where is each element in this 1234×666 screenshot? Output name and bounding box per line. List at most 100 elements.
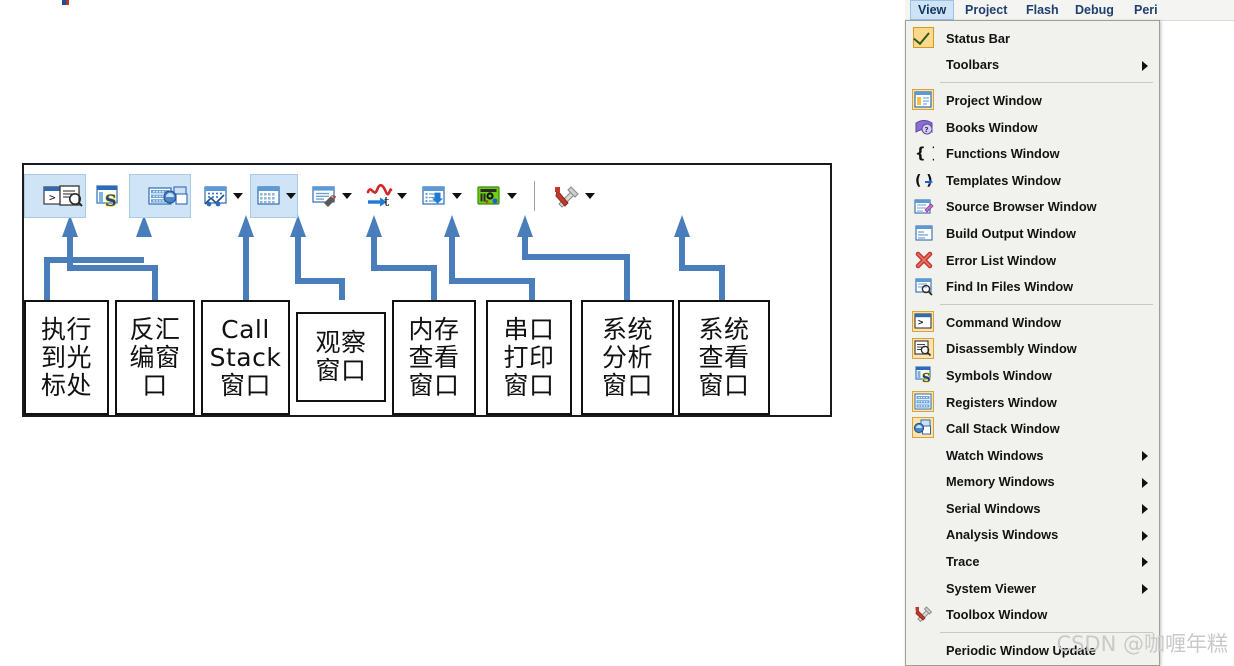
menu-item-label: Serial Windows xyxy=(946,500,1041,516)
menu-item-label: Build Output Window xyxy=(946,225,1076,241)
menu-item-symbols-window[interactable]: S Symbols Window xyxy=(906,362,1159,389)
trace-caret-icon[interactable] xyxy=(451,193,462,199)
menu-item-toolbox-window[interactable]: Toolbox Window xyxy=(906,601,1159,628)
system-viewer-caret-icon[interactable] xyxy=(506,193,517,199)
books-window-icon: ? xyxy=(914,117,934,137)
callout-watch: 观察 窗口 xyxy=(296,312,386,402)
call-stack-window-icon xyxy=(912,417,934,439)
menu-item-label: Command Window xyxy=(946,314,1062,330)
callout-line: 系统 xyxy=(698,314,750,344)
menu-item-project-window[interactable]: Project Window xyxy=(906,87,1159,114)
menubar-item-project[interactable]: Project xyxy=(958,0,1014,20)
callout-line: 窗口 xyxy=(408,370,460,400)
menu-item-label: Call Stack Window xyxy=(946,421,1060,437)
menu-item-registers-window[interactable]: Registers Window xyxy=(906,389,1159,416)
menu-item-source-browser-window[interactable]: Source Browser Window xyxy=(906,194,1159,221)
menu-item-system-viewer[interactable]: System Viewer xyxy=(906,575,1159,602)
menu-item-memory-windows[interactable]: Memory Windows xyxy=(906,469,1159,496)
watch-windows-button[interactable] xyxy=(199,174,243,218)
disassembly-window-icon xyxy=(912,337,934,359)
callout-line: Stack xyxy=(209,342,282,372)
callout-system-viewer: 系统 查看 窗口 xyxy=(678,300,770,415)
menu-item-trace[interactable]: Trace xyxy=(906,548,1159,575)
menu-item-disassembly-window[interactable]: Disassembly Window xyxy=(906,336,1159,363)
menubar-item-flash[interactable]: Flash xyxy=(1019,0,1066,20)
menu-item-label: Templates Window xyxy=(946,172,1061,188)
callout-serial: 串口 打印 窗口 xyxy=(486,300,572,415)
menu-item-books-window[interactable]: ? Books Window xyxy=(906,114,1159,141)
submenu-arrow-icon xyxy=(1142,530,1148,541)
callout-run-to-cursor: 执行 到光 标处 xyxy=(24,300,109,415)
menu-item-analysis-windows[interactable]: Analysis Windows xyxy=(906,522,1159,549)
submenu-arrow-icon xyxy=(1142,557,1148,568)
functions-window-icon: { } xyxy=(914,143,942,163)
memory-windows-button[interactable] xyxy=(250,174,298,218)
toolbox-window-caret-icon[interactable] xyxy=(584,193,595,199)
callout-line: 窗口 xyxy=(698,370,750,400)
menu-item-label: Analysis Windows xyxy=(946,527,1059,543)
menu-item-build-output-window[interactable]: Build Output Window xyxy=(906,220,1159,247)
menu-item-label: Toolbox Window xyxy=(946,607,1048,623)
trace-button[interactable] xyxy=(417,174,463,218)
view-menu-dropdown: Status Bar Toolbars Project Window ? Boo xyxy=(905,20,1160,666)
watch-windows-caret-icon[interactable] xyxy=(232,193,243,199)
menu-item-label: Books Window xyxy=(946,119,1038,135)
toolbox-window-button[interactable] xyxy=(549,174,597,218)
project-window-icon xyxy=(912,89,934,111)
disassembly-window-button[interactable] xyxy=(55,174,86,218)
menu-bar: View Project Flash Debug Peri xyxy=(905,0,1234,21)
callout-disassembly: 反汇 编窗 口 xyxy=(115,300,195,415)
submenu-arrow-icon xyxy=(1142,504,1148,515)
svg-text:{ }: { } xyxy=(915,144,934,162)
menu-item-templates-window[interactable]: ( ) Templates Window xyxy=(906,167,1159,194)
callout-line: 查看 xyxy=(698,342,750,372)
menubar-item-view[interactable]: View xyxy=(910,0,955,20)
callout-line: 反汇 xyxy=(129,314,181,344)
submenu-arrow-icon xyxy=(1142,477,1148,488)
menu-separator xyxy=(940,82,1153,84)
menubar-item-debug[interactable]: Debug xyxy=(1068,0,1121,20)
symbols-window-button[interactable]: S xyxy=(92,174,123,218)
menu-item-serial-windows[interactable]: Serial Windows xyxy=(906,495,1159,522)
callout-line: 内存 xyxy=(408,314,460,344)
memory-windows-caret-icon[interactable] xyxy=(285,193,296,199)
menu-item-watch-windows[interactable]: Watch Windows xyxy=(906,442,1159,469)
callout-line: 执行 xyxy=(40,314,92,344)
toolbar-separator xyxy=(528,174,540,218)
menu-item-toolbars[interactable]: Toolbars xyxy=(906,52,1159,79)
menu-item-error-list-window[interactable]: Error List Window xyxy=(906,247,1159,274)
callout-line: 窗口 xyxy=(503,370,555,400)
menubar-item-peripherals[interactable]: Peri xyxy=(1127,0,1165,20)
serial-windows-button[interactable] xyxy=(307,174,353,218)
templates-window-icon: ( ) xyxy=(914,170,934,190)
call-stack-window-button[interactable] xyxy=(160,174,191,218)
system-viewer-icon xyxy=(474,182,504,210)
menu-item-command-window[interactable]: > Command Window xyxy=(906,309,1159,336)
debug-toolbar: > S t xyxy=(24,174,814,220)
menu-item-find-in-files-window[interactable]: Find In Files Window xyxy=(906,273,1159,300)
menu-item-label: Source Browser Window xyxy=(946,199,1097,215)
callout-line: 窗口 xyxy=(219,370,271,400)
analysis-windows-caret-icon[interactable] xyxy=(396,193,407,199)
command-window-icon: > xyxy=(912,310,934,332)
svg-text:S: S xyxy=(922,371,931,385)
analysis-windows-button[interactable]: t xyxy=(362,174,408,218)
callout-line: 标处 xyxy=(40,370,92,400)
submenu-arrow-icon xyxy=(1142,60,1148,71)
menu-item-functions-window[interactable]: { } Functions Window xyxy=(906,140,1159,167)
symbols-window-icon: S xyxy=(914,365,934,386)
menu-item-label: Toolbars xyxy=(946,57,1000,73)
page-top-marker xyxy=(62,0,69,5)
callout-line: 分析 xyxy=(601,342,653,372)
callout-memory: 内存 查看 窗口 xyxy=(392,300,476,415)
system-viewer-button[interactable] xyxy=(472,174,518,218)
menu-item-label: Find In Files Window xyxy=(946,279,1074,295)
serial-windows-caret-icon[interactable] xyxy=(341,193,352,199)
find-in-files-window-icon xyxy=(914,276,934,296)
callout-line: 到光 xyxy=(40,342,92,372)
menu-item-call-stack-window[interactable]: Call Stack Window xyxy=(906,415,1159,442)
menu-item-status-bar[interactable]: Status Bar xyxy=(906,25,1159,52)
menu-item-label: Project Window xyxy=(946,92,1042,108)
svg-text:?: ? xyxy=(925,126,929,134)
menu-item-label: Registers Window xyxy=(946,394,1057,410)
